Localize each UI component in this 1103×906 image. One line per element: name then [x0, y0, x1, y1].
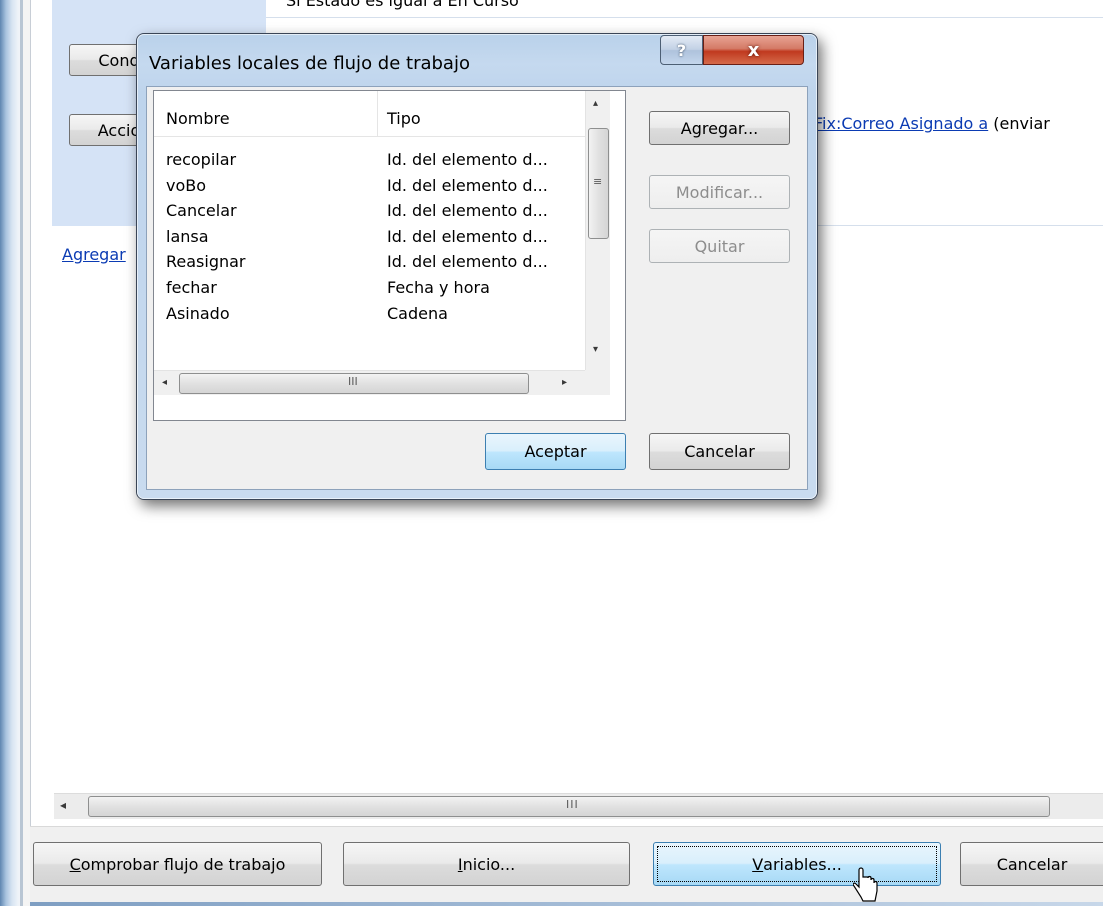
add-variable-button[interactable]: Agregar... — [649, 111, 790, 145]
list-item[interactable]: Reasignar Id. del elemento d... — [154, 250, 585, 276]
column-header-type[interactable]: Tipo — [387, 109, 421, 128]
list-item[interactable]: Cancelar Id. del elemento d... — [154, 199, 585, 225]
grip-icon: III — [566, 798, 579, 811]
variables-button[interactable]: Variables... — [653, 842, 941, 886]
variables-list[interactable]: Nombre Tipo recopilar Id. del elemento d… — [153, 90, 626, 421]
dialog-title: Variables locales de flujo de trabajo — [149, 53, 470, 74]
condition-text: Si Estado es igual a En Curso — [286, 0, 519, 10]
scroll-left-arrow-icon[interactable]: ◂ — [162, 377, 167, 388]
close-icon[interactable]: x — [703, 35, 804, 65]
list-horizontal-scrollbar[interactable]: ◂ III ▸ — [154, 370, 585, 395]
mouse-pointer-icon — [853, 867, 878, 902]
list-vertical-scrollbar[interactable]: ▴ ≡ ▾ — [585, 91, 610, 370]
list-horizontal-thumb[interactable]: III — [179, 373, 529, 394]
action-description: Fix:Correo Asignado a (enviar — [814, 114, 1050, 133]
remove-variable-button[interactable]: Quitar — [649, 229, 790, 263]
list-item[interactable]: fechar Fecha y hora — [154, 276, 585, 302]
action-link-email[interactable]: Fix:Correo Asignado a — [814, 114, 988, 133]
list-header: Nombre Tipo — [154, 91, 610, 137]
scroll-left-arrow-icon[interactable]: ◂ — [60, 798, 66, 812]
column-header-name[interactable]: Nombre — [166, 109, 230, 128]
list-item[interactable]: voBo Id. del elemento d... — [154, 174, 585, 200]
grip-icon: III — [348, 375, 358, 388]
modify-variable-button[interactable]: Modificar... — [649, 175, 790, 209]
focus-indicator — [657, 846, 937, 882]
ok-button[interactable]: Aceptar — [485, 433, 626, 470]
add-step-link[interactable]: Agregar — [62, 245, 126, 264]
main-scroll-thumb[interactable]: III — [88, 796, 1050, 817]
start-button[interactable]: Inicio... — [343, 842, 630, 886]
scrollbar-corner — [585, 370, 610, 395]
help-icon[interactable]: ? — [660, 35, 703, 65]
list-item[interactable]: lansa Id. del elemento d... — [154, 225, 585, 251]
step-divider-top — [266, 17, 1103, 18]
scroll-up-arrow-icon[interactable]: ▴ — [593, 98, 598, 109]
check-workflow-button[interactable]: Comprobar flujo de trabajo — [33, 842, 322, 886]
list-item[interactable]: Asinado Cadena — [154, 302, 585, 328]
scroll-down-arrow-icon[interactable]: ▾ — [593, 344, 598, 355]
window-left-edge — [0, 0, 30, 906]
conditions-button-label: Cond — [98, 50, 140, 70]
grip-icon: ≡ — [593, 175, 603, 188]
local-variables-dialog: Variables locales de flujo de trabajo ? … — [136, 33, 818, 500]
column-separator[interactable] — [377, 91, 378, 137]
cancel-workflow-button[interactable]: Cancelar — [960, 842, 1103, 886]
scroll-right-arrow-icon[interactable]: ▸ — [562, 377, 567, 388]
list-item[interactable]: recopilar Id. del elemento d... — [154, 148, 585, 174]
list-vertical-thumb[interactable]: ≡ — [588, 128, 609, 239]
cancel-button[interactable]: Cancelar — [649, 433, 790, 470]
actions-button-label: Accio — [97, 120, 141, 140]
main-horizontal-scrollbar[interactable]: ◂ III — [54, 793, 1103, 819]
